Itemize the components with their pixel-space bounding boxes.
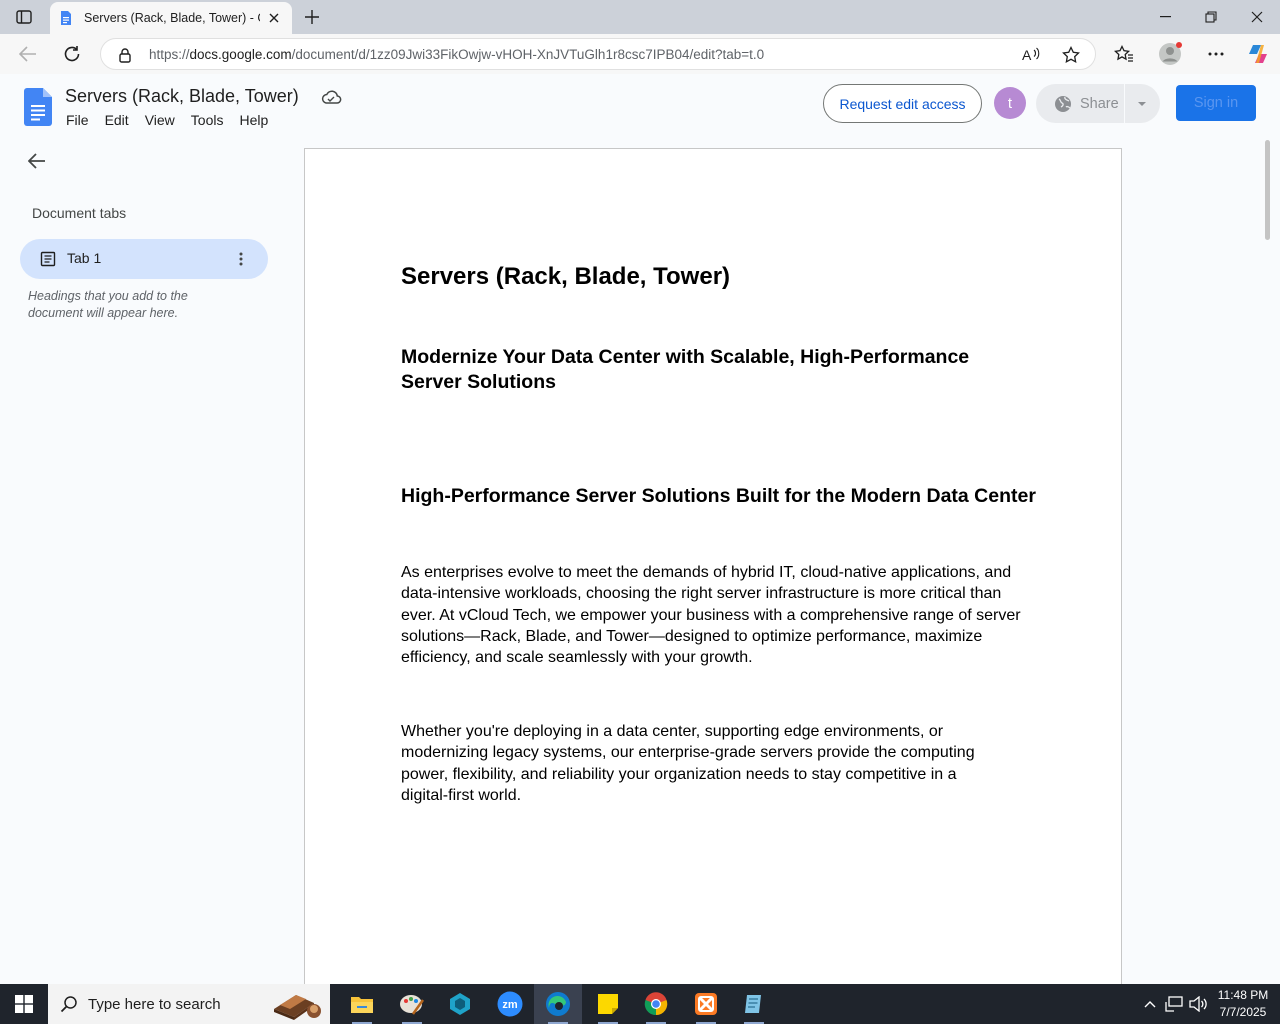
request-edit-access-button[interactable]: Request edit access	[823, 84, 982, 123]
url-prefix: https://	[149, 47, 190, 62]
browser-tab-title: Servers (Rack, Blade, Tower) - Google Do…	[84, 11, 260, 25]
zoom-app-icon[interactable]: zm	[486, 984, 534, 1024]
user-avatar[interactable]: t	[994, 87, 1026, 119]
cloud-status-icon[interactable]	[320, 88, 342, 108]
menu-bar: File Edit View Tools Help	[58, 110, 276, 130]
close-tab-icon[interactable]	[264, 8, 284, 28]
restore-icon[interactable]	[1188, 0, 1234, 34]
document-title[interactable]: Servers (Rack, Blade, Tower)	[65, 86, 299, 107]
search-placeholder: Type here to search	[88, 996, 221, 1013]
search-icon	[60, 996, 77, 1013]
tab-actions-icon[interactable]	[10, 6, 38, 28]
svg-text:A: A	[1022, 47, 1032, 63]
menu-file[interactable]: File	[58, 110, 97, 130]
document-page[interactable]: Servers (Rack, Blade, Tower) Modernize Y…	[304, 148, 1122, 988]
share-label: Share	[1080, 95, 1119, 112]
docs-header: Servers (Rack, Blade, Tower) File Edit V…	[0, 74, 1280, 140]
share-dropdown-icon[interactable]	[1136, 100, 1148, 108]
share-button[interactable]: Share	[1036, 84, 1160, 123]
menu-help[interactable]: Help	[231, 110, 276, 130]
document-tab-1[interactable]: Tab 1	[20, 239, 268, 279]
network-icon[interactable]	[1164, 994, 1184, 1014]
scrollbar-thumb[interactable]	[1265, 140, 1270, 240]
paint-app-icon[interactable]	[388, 984, 436, 1024]
show-hidden-icons-icon[interactable]	[1140, 994, 1160, 1014]
copilot-icon[interactable]	[1246, 42, 1270, 66]
new-tab-icon[interactable]	[300, 5, 324, 29]
profile-icon[interactable]	[1158, 42, 1182, 66]
document-tabs-heading: Document tabs	[32, 205, 127, 221]
url-text: https://docs.google.com/document/d/1zz09…	[149, 47, 764, 62]
lock-icon[interactable]	[117, 47, 133, 63]
windows-start-icon[interactable]	[0, 984, 48, 1024]
document-heading-title: Servers (Rack, Blade, Tower)	[401, 263, 731, 290]
outline-hint-text: Headings that you add to the document wi…	[28, 289, 188, 320]
browser-toolbar: https://docs.google.com/document/d/1zz09…	[0, 34, 1280, 74]
tab-options-icon[interactable]	[232, 249, 250, 269]
google-docs-favicon-icon	[61, 11, 71, 25]
document-heading-1: Modernize Your Data Center with Scalable…	[401, 346, 970, 393]
browser-tab-strip: Servers (Rack, Blade, Tower) - Google Do…	[0, 0, 1280, 34]
sign-in-button[interactable]: Sign in	[1176, 85, 1256, 121]
back-arrow-icon[interactable]	[24, 148, 50, 174]
refresh-icon[interactable]	[58, 40, 86, 68]
clock-time: 11:48 PM	[1217, 988, 1269, 1002]
google-docs-logo-icon[interactable]	[24, 88, 52, 126]
document-tab-label: Tab 1	[67, 250, 102, 266]
share-divider	[1124, 84, 1125, 123]
globe-icon	[1055, 95, 1071, 112]
favorite-star-icon[interactable]	[1061, 45, 1081, 65]
search-highlight-art-icon	[274, 995, 321, 1020]
more-options-icon[interactable]	[1204, 42, 1228, 66]
volume-icon[interactable]	[1188, 994, 1208, 1014]
document-heading-2: High-Performance Server Solutions Built …	[401, 485, 1036, 507]
back-icon[interactable]	[14, 40, 42, 68]
chrome-browser-icon[interactable]	[632, 984, 680, 1024]
edge-browser-icon[interactable]	[534, 984, 582, 1024]
close-window-icon[interactable]	[1234, 0, 1280, 34]
read-aloud-icon[interactable]: A	[1021, 45, 1041, 65]
menu-view[interactable]: View	[137, 110, 183, 130]
address-bar[interactable]: https://docs.google.com/document/d/1zz09…	[100, 38, 1096, 70]
browser-tab-active[interactable]: Servers (Rack, Blade, Tower) - Google Do…	[50, 2, 292, 34]
xampp-app-icon[interactable]	[682, 984, 730, 1024]
document-outline-icon	[40, 251, 56, 267]
document-paragraph-1: As enterprises evolve to meet the demand…	[401, 564, 1021, 667]
taskbar-search-box[interactable]: Type here to search	[48, 984, 330, 1024]
clock-date: 7/7/2025	[1219, 1005, 1267, 1019]
sticky-notes-icon[interactable]	[584, 984, 632, 1024]
url-host: docs.google.com	[189, 47, 292, 62]
file-explorer-icon[interactable]	[338, 984, 386, 1024]
taskbar-clock[interactable]: 11:48 PM 7/7/2025	[1206, 987, 1280, 1021]
windows-taskbar: Type here to search zm 11:48 PM 7/7/2025	[0, 984, 1280, 1024]
minimize-icon[interactable]	[1142, 0, 1188, 34]
menu-tools[interactable]: Tools	[183, 110, 232, 130]
vertical-scrollbar[interactable]	[1262, 140, 1272, 982]
svg-text:zm: zm	[502, 999, 518, 1011]
document-paragraph-2: Whether you're deploying in a data cente…	[401, 723, 975, 804]
menu-edit[interactable]: Edit	[97, 110, 137, 130]
favorites-icon[interactable]	[1112, 42, 1136, 66]
url-path: /document/d/1zz09Jwi33FikOwjw-vHOH-XnJVT…	[291, 47, 765, 62]
notepad-app-icon[interactable]	[730, 984, 778, 1024]
app-diamond-icon[interactable]	[436, 984, 484, 1024]
